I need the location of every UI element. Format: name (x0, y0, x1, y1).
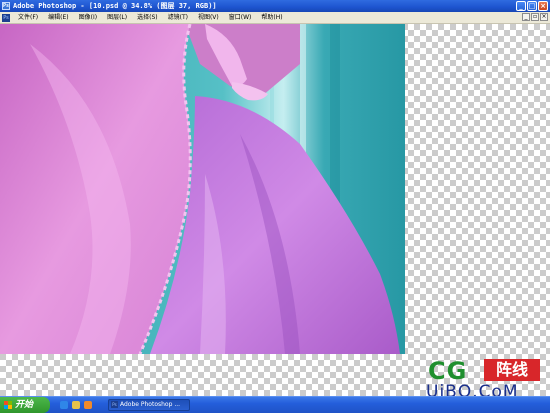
menu-window[interactable]: 窗口(W) (224, 12, 257, 23)
menu-help[interactable]: 帮助(H) (256, 12, 287, 23)
maximize-button[interactable]: □ (527, 1, 537, 11)
windows-flag-icon (4, 401, 12, 409)
photoshop-task-icon: Ps (111, 401, 118, 408)
title-bar[interactable]: Ps Adobe Photoshop - [10.psd @ 34.8% (图层… (0, 0, 550, 12)
start-button[interactable]: 开始 (0, 397, 50, 413)
doc-close-button[interactable]: × (540, 13, 548, 21)
media-icon[interactable] (84, 401, 92, 409)
menu-image[interactable]: 图像(I) (74, 12, 102, 23)
ie-icon[interactable] (60, 401, 68, 409)
watermark-box: 阵线 (484, 359, 540, 381)
document-window-controls: _ ▫ × (522, 13, 548, 21)
start-label: 开始 (15, 400, 34, 410)
menu-select[interactable]: 选择(S) (132, 12, 163, 23)
canvas-image[interactable] (0, 24, 405, 354)
taskbar: 开始 Ps Adobe Photoshop ... (0, 396, 550, 413)
photoshop-window: Ps Adobe Photoshop - [10.psd @ 34.8% (图层… (0, 0, 550, 413)
menu-filter[interactable]: 滤镜(T) (163, 12, 193, 23)
menu-bar: Ps 文件(F) 编辑(E) 图像(I) 图层(L) 选择(S) 滤镜(T) 视… (0, 12, 550, 24)
taskbar-photoshop-button[interactable]: Ps Adobe Photoshop ... (108, 399, 190, 411)
watermark-brand: CG (428, 357, 468, 385)
canvas-area[interactable]: CG 阵线 UiBQ.CoM (0, 24, 550, 402)
window-title: Adobe Photoshop - [10.psd @ 34.8% (图层 37… (13, 2, 217, 10)
window-controls: _ □ × (516, 1, 548, 11)
menu-layer[interactable]: 图层(L) (102, 12, 132, 23)
dress-photo (0, 24, 405, 354)
menu-edit[interactable]: 编辑(E) (43, 12, 73, 23)
minimize-button[interactable]: _ (516, 1, 526, 11)
close-button[interactable]: × (538, 1, 548, 11)
menu-view[interactable]: 视图(V) (193, 12, 224, 23)
photoshop-app-icon[interactable]: Ps (2, 2, 10, 10)
doc-restore-button[interactable]: ▫ (531, 13, 539, 21)
taskbar-task-label: Adobe Photoshop ... (120, 401, 181, 408)
menu-file[interactable]: 文件(F) (13, 12, 43, 23)
desktop-icon[interactable] (72, 401, 80, 409)
site-watermark: CG 阵线 UiBQ.CoM (426, 357, 546, 402)
doc-minimize-button[interactable]: _ (522, 13, 530, 21)
document-icon[interactable]: Ps (2, 13, 10, 22)
